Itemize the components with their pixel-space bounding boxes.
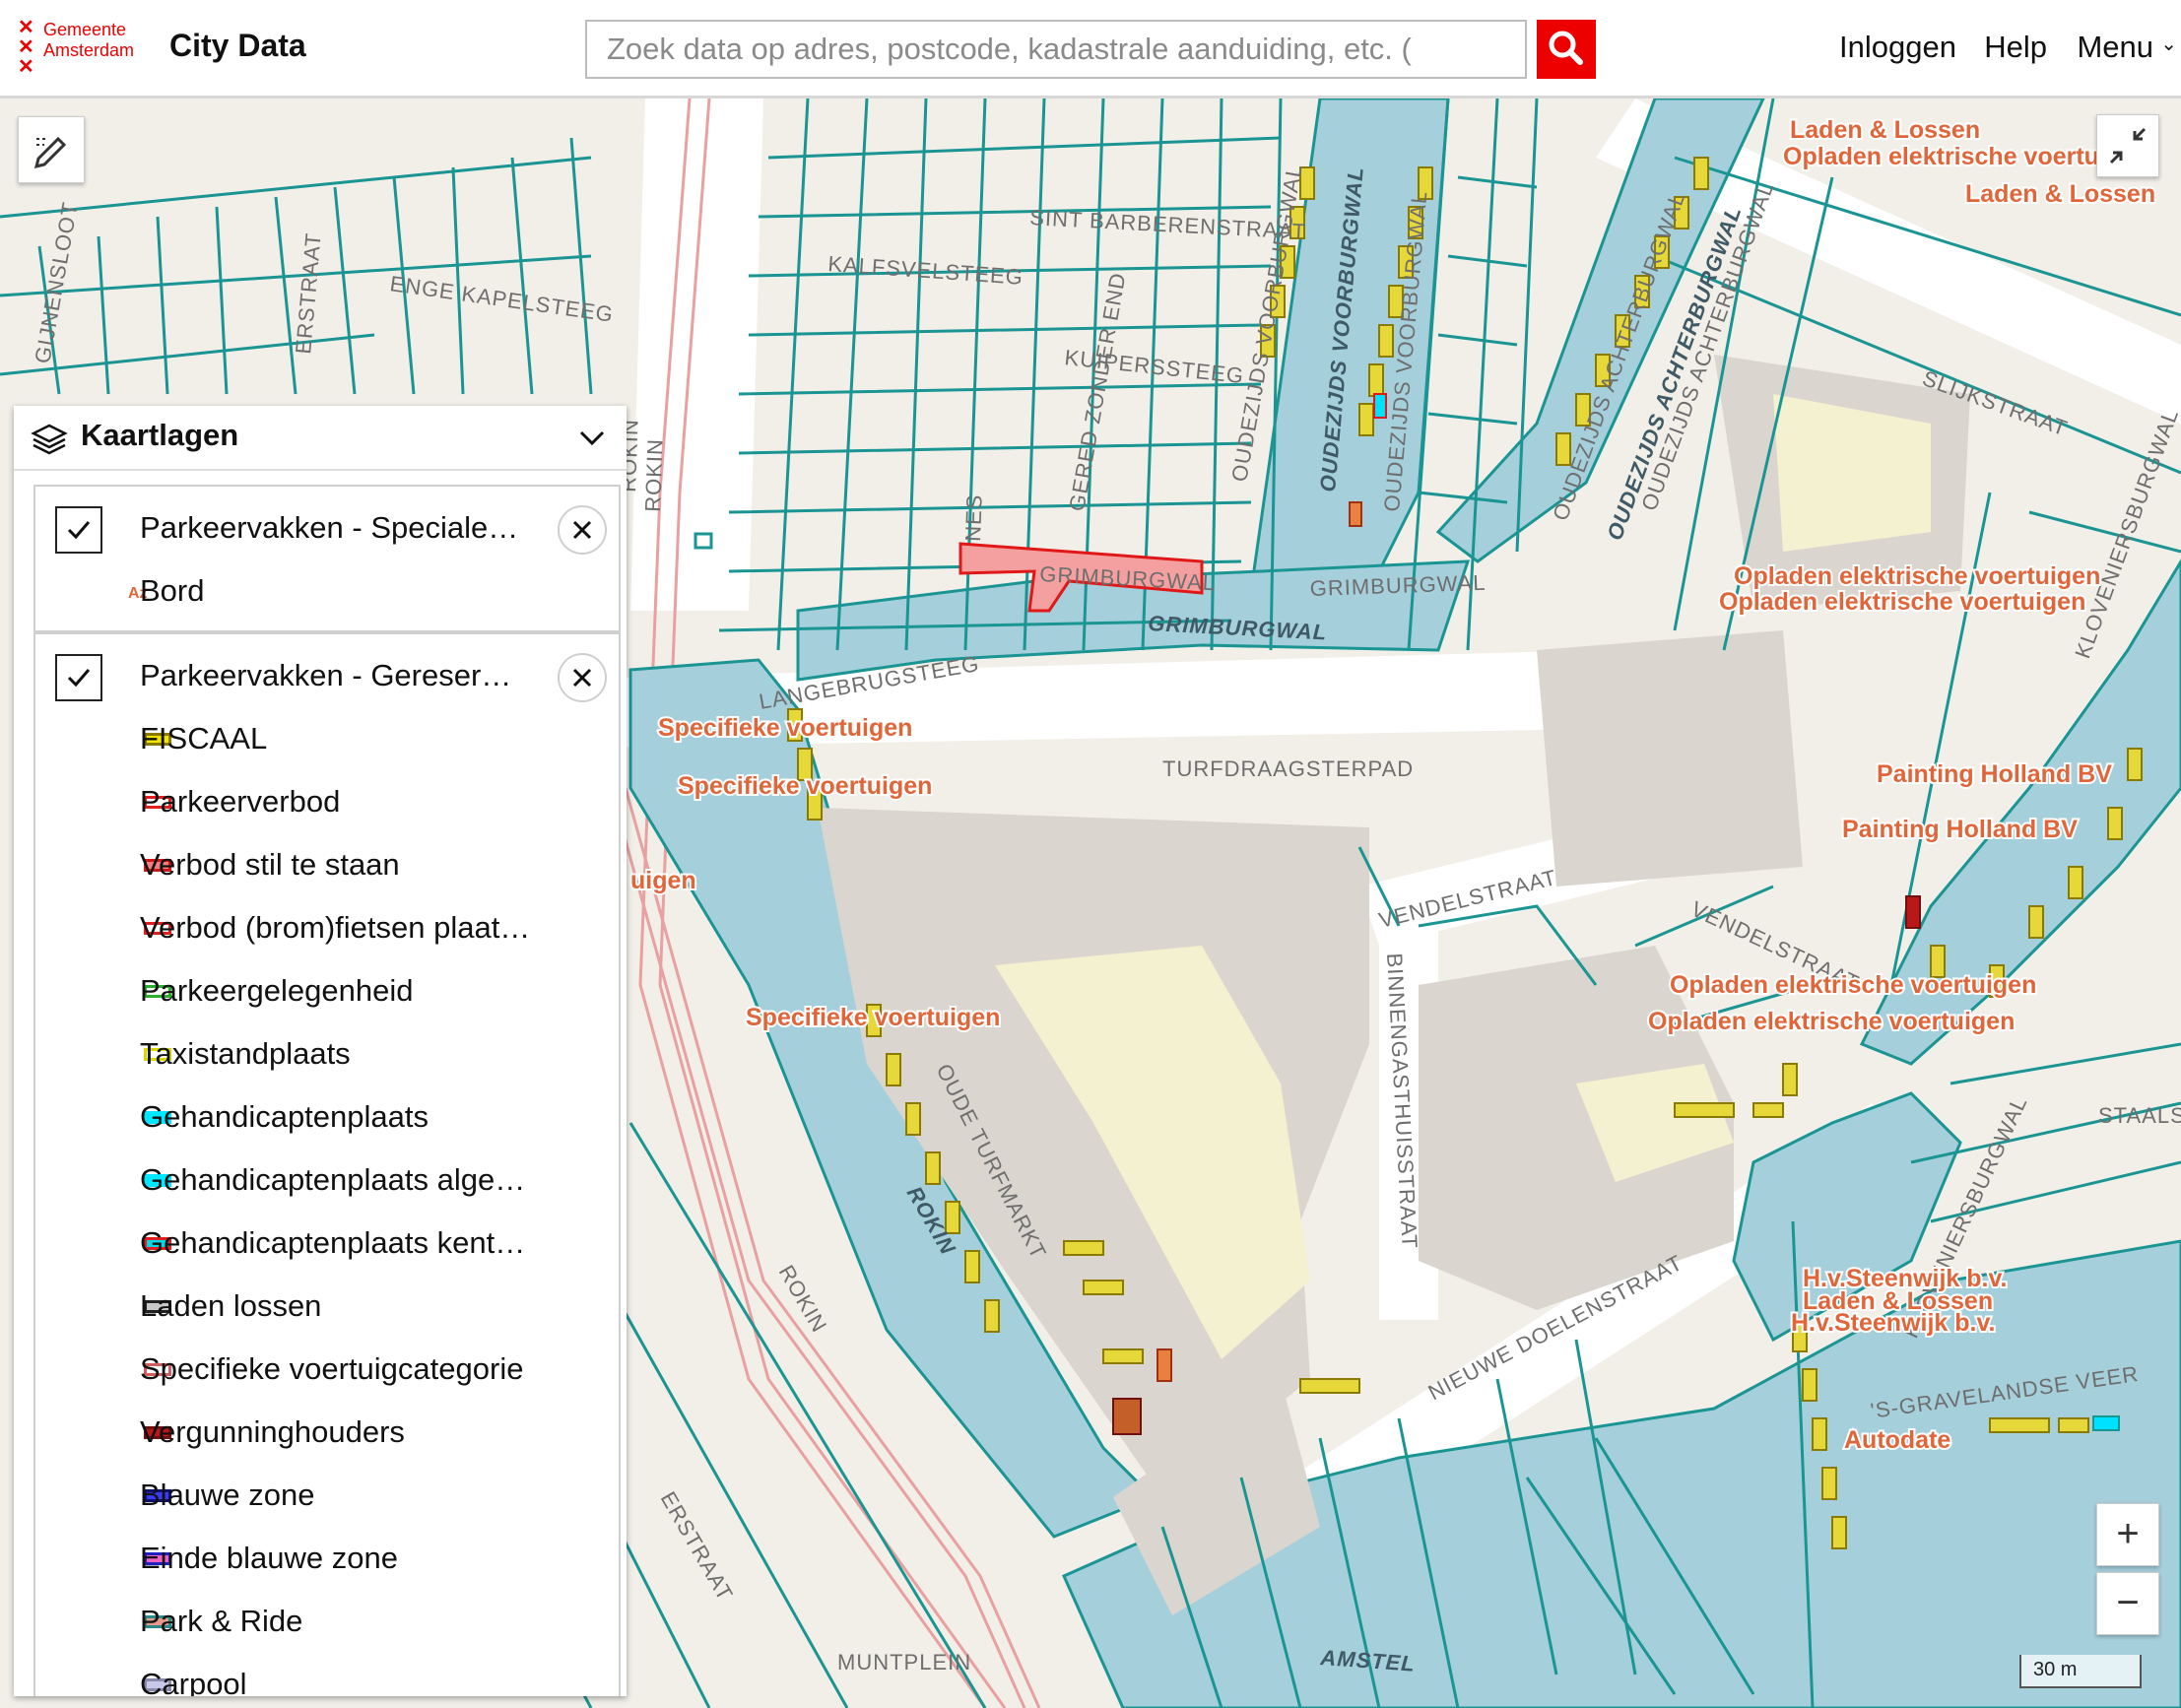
parking-label: H.v.Steenwijk b.v. [1791,1309,1995,1337]
parking-label: Opladen elektrische voertuigen [1648,1008,2015,1035]
logo-line-1: Gemeente [43,20,127,39]
collapse-icon [2109,127,2147,164]
checkmark-icon [67,669,91,688]
zoom-in-button[interactable]: + [2096,1503,2159,1566]
legend-item: Taxistandplaats [140,1036,351,1071]
legend-item: Specifieke voertuigcategorie [140,1351,524,1386]
street-label: ERSTRAAT [291,231,326,355]
remove-layer-button[interactable] [558,505,607,555]
collapse-button[interactable] [2096,114,2159,177]
parking-label: Specifieke voertuigen [746,1004,1000,1031]
gemeente-amsterdam-logo[interactable]: ✕ ✕ ✕ Gemeente Amsterdam [18,18,156,79]
parking-label: Opladen elektrische voertuigen [1783,143,2149,170]
checkmark-icon [67,521,91,540]
layers-panel: Kaartlagen Parkeervakken - Speciale… Az … [14,406,627,1696]
parking-label: Laden & Lossen [1790,116,1980,144]
legend-item: Verbod (brom)fietsen plaat… [140,910,531,945]
amsterdam-crosses-icon: ✕ ✕ ✕ [18,17,34,78]
legend-item: Gehandicaptenplaats kent… [140,1225,526,1260]
menu-button[interactable]: Menu [2077,30,2153,65]
legend-item: Gehandicaptenplaats [140,1099,430,1134]
legend-item: FISCAAL [140,721,268,755]
street-label: TURFDRAAGSTERPAD [1162,756,1414,781]
street-label: ROKIN [640,438,668,513]
street-label: STAALSTRAAT [2098,1103,2181,1128]
scale-bar: 30 m [2019,1655,2142,1688]
legend-item: Carpool [140,1667,247,1696]
chevron-down-icon: ⌄ [2160,33,2177,55]
draw-tool-icon [33,136,67,169]
layers-panel-title: Kaartlagen [81,418,239,452]
parking-label: Opladen elektrische voertuigen [1670,971,2036,999]
close-icon [572,668,592,688]
layer-group-speciale: Parkeervakken - Speciale… Az Bord [33,485,621,632]
layers-panel-header[interactable]: Kaartlagen [14,406,627,471]
draw-tool-button[interactable] [18,116,85,183]
parking-label: uigen [630,867,696,894]
parking-label: Painting Holland BV [1842,816,2078,843]
close-icon [572,520,592,540]
parking-label: Specifieke voertuigen [678,772,932,800]
site-title[interactable]: City Data [169,28,306,64]
logo-line-2: Amsterdam [43,40,135,60]
parking-label: Autodate [1844,1426,1950,1454]
street-label: NES [960,493,987,542]
layer-group-gereserveerd: Parkeervakken - Gereser… FISCAAL Parkeerv… [33,632,621,1696]
layers-icon [31,424,68,455]
street-label: MUNTPLEIN [837,1650,971,1675]
street-label: ERSTRAAT [656,1487,739,1606]
legend-item: Park & Ride [140,1604,303,1638]
legend-item: Laden lossen [140,1288,322,1323]
remove-layer-button[interactable] [558,653,607,702]
search-input[interactable] [587,22,1525,77]
legend-item: Bord [140,573,205,608]
search-box [585,20,1527,79]
search-button[interactable] [1537,20,1596,79]
layer-checkbox[interactable] [55,654,102,701]
login-link[interactable]: Inloggen [1839,30,1956,65]
parking-label: Opladen elektrische voertuigen [1734,562,2100,590]
parking-label: Laden & Lossen [1965,180,2155,208]
parking-label: Specifieke voertuigen [658,714,912,742]
layer-group-title[interactable]: Parkeervakken - Gereser… [140,658,511,693]
legend-item: Vergunninghouders [140,1414,405,1449]
layer-checkbox[interactable] [55,506,102,554]
legend-item: Parkeerverbod [140,784,341,819]
street-label: GERED ZONDER END [1064,270,1130,512]
help-link[interactable]: Help [1984,30,2047,65]
legend-item: Gehandicaptenplaats alge… [140,1162,526,1197]
header: ✕✕✕ Gemeente Amsterdam City Data Inlogge… [0,0,2181,99]
legend-item: Parkeergelegenheid [140,973,414,1008]
legend-item: Einde blauwe zone [140,1541,398,1575]
legend-item: Verbod stil te staan [140,847,400,882]
layer-group-title[interactable]: Parkeervakken - Speciale… [140,510,518,546]
zoom-out-button[interactable]: − [2096,1572,2159,1635]
chevron-down-icon[interactable] [577,424,607,453]
search-icon [1549,31,1583,65]
parking-label: Painting Holland BV [1877,760,2112,788]
street-label: GRIMBURGWAL [1309,570,1487,601]
street-label: SINT BARBERENSTRAAT [1029,205,1307,244]
parking-label: Opladen elektrische voertuigen [1719,588,2085,616]
legend-item: Blauwe zone [140,1478,315,1512]
street-label: GIJNENSLOOT [30,200,82,365]
